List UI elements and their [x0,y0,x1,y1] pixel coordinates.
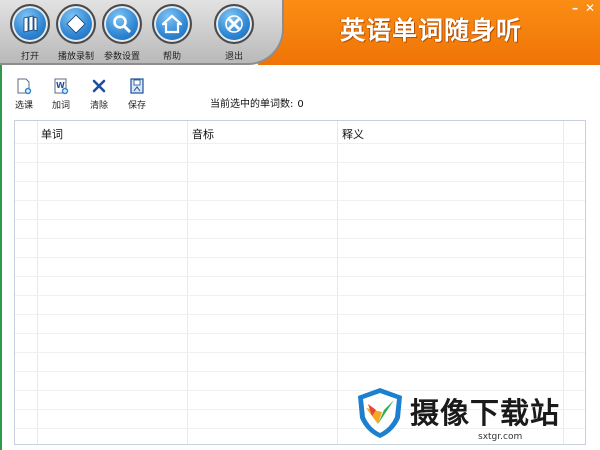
exit-label: 退出 [224,52,243,62]
home-icon [152,4,192,44]
shield-logo-icon [358,388,402,438]
select-lesson-label: 选课 [14,101,33,111]
watermark-text: 摄像下载站 [410,396,561,430]
row-divider [15,295,585,296]
book-icon [10,4,50,44]
row-divider [15,352,585,353]
row-divider [15,314,585,315]
minimize-button[interactable]: – [569,2,581,14]
column-header-word[interactable]: 单词 [41,126,63,142]
selected-count-label: 当前选中的单词数: [210,99,294,110]
row-divider [15,257,585,258]
settings-label: 参数设置 [103,52,140,62]
row-divider [15,276,585,277]
save-icon [130,78,144,94]
magnifier-icon [102,4,142,44]
exit-cross-icon [214,4,254,44]
row-divider [15,238,585,239]
table-header: 单词 音标 释义 [15,121,585,143]
row-divider [15,333,585,334]
add-word-label: 加词 [51,101,70,111]
app-title: 英语单词随身听 [339,16,522,45]
exit-button[interactable]: 退出 [208,4,260,62]
add-word-button[interactable]: W 加词 [46,78,76,111]
select-lesson-button[interactable]: 选课 [9,78,39,111]
document-add-icon [17,78,32,95]
column-header-phonetic[interactable]: 音标 [192,126,214,142]
help-label: 帮助 [162,52,181,62]
column-header-definition[interactable]: 释义 [342,126,364,142]
column-divider [187,121,188,444]
help-button[interactable]: 帮助 [146,4,198,62]
clear-button[interactable]: 清除 [84,78,114,111]
row-divider [15,181,585,182]
selected-count-status: 当前选中的单词数: 0 [210,95,304,110]
watermark-url: sxtgr.com [478,432,523,442]
selected-count-value: 0 [297,99,304,110]
delete-x-icon [92,79,106,93]
row-divider [15,162,585,163]
row-divider [15,200,585,201]
window-edge [0,65,2,450]
save-label: 保存 [127,101,146,111]
row-divider [15,219,585,220]
column-divider [37,121,38,444]
watermark: 摄像下载站 sxtgr.com [350,384,600,450]
row-divider [15,371,585,372]
close-button[interactable]: ✕ [584,2,596,14]
open-label: 打开 [20,52,39,62]
open-button[interactable]: 打开 [4,4,56,62]
column-divider [337,121,338,444]
play-record-label: 播放录制 [57,52,94,62]
play-diamond-icon [56,4,96,44]
word-add-icon: W [54,78,69,95]
main-toolbar: 打开 播放录制 参数设置 帮助 退出 [0,0,284,65]
settings-button[interactable]: 参数设置 [96,4,148,62]
clear-label: 清除 [89,101,108,111]
title-bar: 英语单词随身听 – ✕ 打开 播放录制 参数设置 帮助 退出 [0,0,600,65]
row-divider [15,143,585,144]
save-button[interactable]: 保存 [122,78,152,111]
play-record-button[interactable]: 播放录制 [50,4,102,62]
